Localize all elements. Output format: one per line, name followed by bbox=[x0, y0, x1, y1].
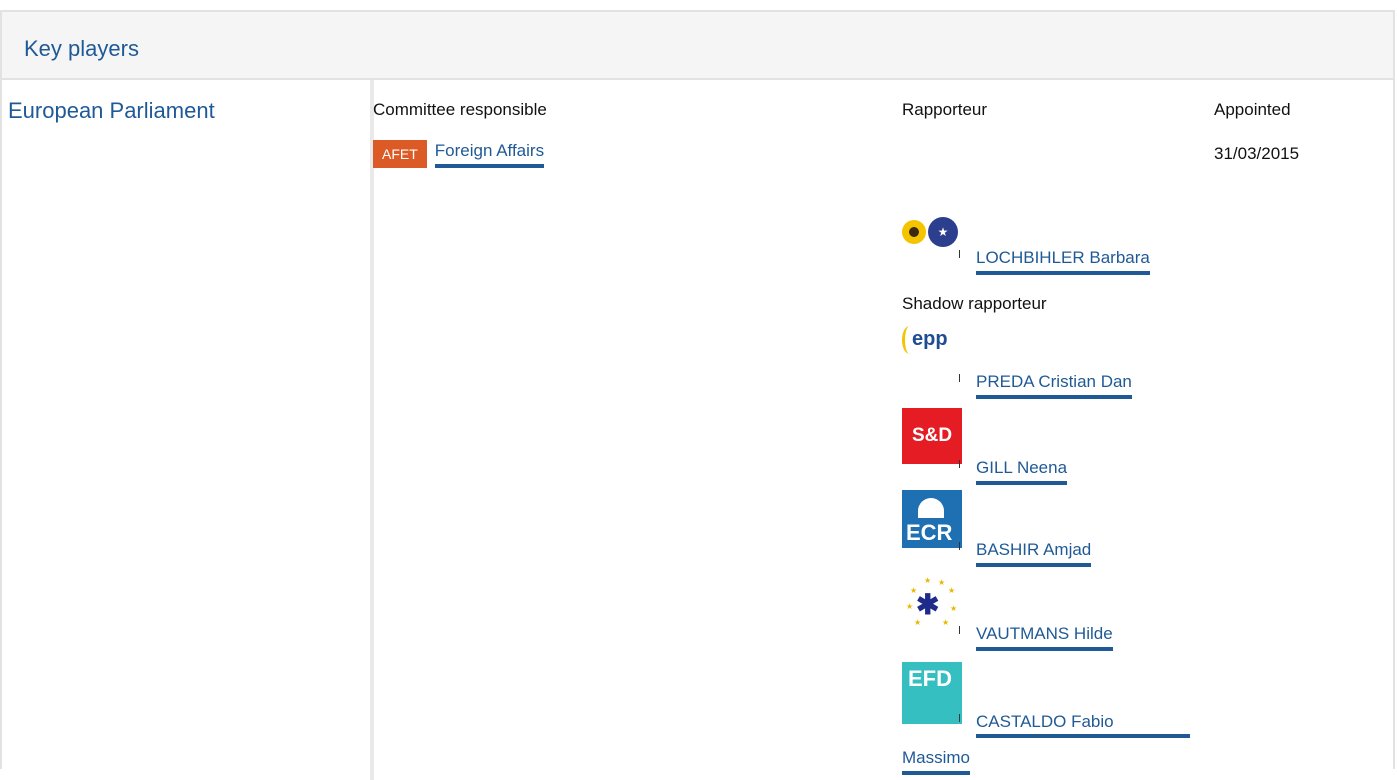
separator-tick bbox=[959, 460, 960, 468]
epp-logo-text: epp bbox=[912, 328, 948, 350]
separator-tick bbox=[959, 714, 960, 722]
appointed-column-header: Appointed bbox=[1214, 100, 1291, 119]
ecr-logo-icon: ECR bbox=[902, 490, 962, 548]
rapporteur-column-header: Rapporteur bbox=[902, 100, 988, 119]
shadow-rapporteur-label: Shadow rapporteur bbox=[902, 294, 1047, 313]
epp-logo-icon: epp bbox=[902, 322, 960, 372]
efdd-logo-icon: EFD bbox=[902, 662, 962, 724]
committee-row: AFET Foreign Affairs bbox=[373, 140, 545, 168]
sunflower-icon bbox=[902, 220, 926, 244]
shadow-rapporteur-link[interactable]: PREDA Cristian Dan bbox=[976, 372, 1132, 399]
shadow-rapporteur-entry: ECR BASHIR Amjad bbox=[902, 490, 1092, 567]
committee-column-header: Committee responsible bbox=[373, 100, 547, 119]
shadow-rapporteur-entry: ★ ★ ★ ★ ★ ★ ★ ★ ✱ VAUTMANS Hilde bbox=[902, 574, 1113, 651]
eu-globe-icon: ★ bbox=[928, 217, 958, 247]
separator-tick bbox=[959, 626, 960, 634]
panel-header: Key players bbox=[2, 10, 1393, 80]
panel-title: Key players bbox=[24, 36, 139, 61]
committee-link[interactable]: Foreign Affairs bbox=[434, 141, 545, 168]
s-and-d-logo-icon: S&D bbox=[902, 408, 962, 464]
alde-logo-icon: ★ ★ ★ ★ ★ ★ ★ ★ ✱ bbox=[902, 574, 962, 634]
institution-name: European Parliament bbox=[8, 98, 215, 123]
link-underline bbox=[976, 734, 1190, 738]
greens-efa-logo-icon: ★ bbox=[902, 198, 962, 258]
shadow-rapporteur-link[interactable]: VAUTMANS Hilde bbox=[976, 624, 1113, 651]
committee-code-badge: AFET bbox=[373, 140, 427, 168]
rapporteur-entry: ★ LOCHBIHLER Barbara bbox=[902, 198, 1150, 275]
separator-tick bbox=[959, 374, 960, 382]
shadow-rapporteur-link[interactable]: BASHIR Amjad bbox=[976, 540, 1092, 567]
column-divider bbox=[370, 80, 374, 780]
shadow-rapporteur-entry: S&D GILL Neena bbox=[902, 408, 1068, 485]
separator-tick bbox=[959, 542, 960, 550]
key-players-panel: Key players European Parliament Committe… bbox=[0, 10, 1395, 780]
shadow-rapporteur-entry: epp PREDA Cristian Dan bbox=[902, 322, 1132, 399]
shadow-rapporteur-link[interactable]: GILL Neena bbox=[976, 458, 1068, 485]
rapporteur-link[interactable]: LOCHBIHLER Barbara bbox=[976, 248, 1150, 275]
shadow-rapporteur-entry: EFD CASTALDO Fabio Massimo bbox=[902, 662, 1202, 775]
shadow-rapporteur-link-line1[interactable]: CASTALDO Fabio bbox=[976, 712, 1114, 732]
shadow-rapporteur-link-line2[interactable]: Massimo bbox=[902, 748, 971, 775]
separator-tick bbox=[959, 250, 960, 258]
appointed-date: 31/03/2015 bbox=[1214, 144, 1300, 163]
